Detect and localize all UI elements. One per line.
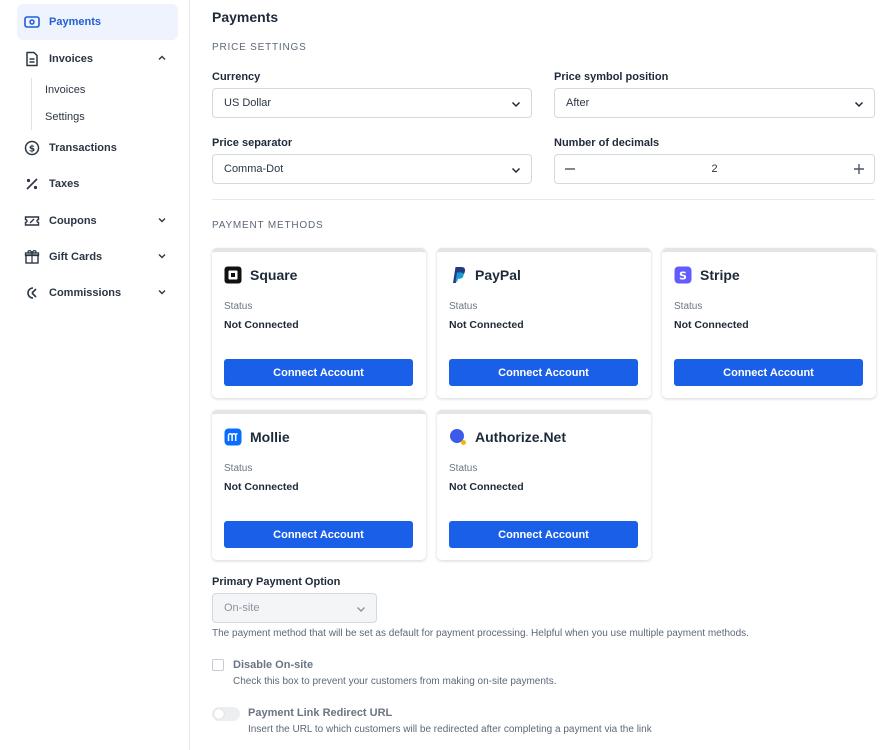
payments-icon <box>24 14 40 30</box>
decimals-stepper: 2 <box>554 154 875 184</box>
svg-text:S: S <box>679 270 687 283</box>
status-label: Status <box>224 463 253 474</box>
sidebar-item-label: Gift Cards <box>49 251 103 263</box>
disable-onsite-checkbox[interactable] <box>212 659 224 671</box>
sidebar-item-payments[interactable]: Payments <box>17 4 178 40</box>
payment-method-name: PayPal <box>475 267 521 283</box>
connect-account-button[interactable]: Connect Account <box>674 359 863 386</box>
sidebar-item-transactions[interactable]: $ Transactions <box>17 130 178 166</box>
divider <box>212 199 875 200</box>
sidebar-item-label: Transactions <box>49 142 117 154</box>
plus-icon[interactable] <box>851 161 867 177</box>
disable-onsite-help: Check this box to prevent your customers… <box>233 676 557 687</box>
svg-text:$: $ <box>29 145 35 155</box>
disable-onsite-label: Disable On-site <box>233 659 314 671</box>
chevron-down-icon <box>854 101 864 108</box>
sidebar-subitem-invoices[interactable]: Invoices <box>45 84 85 96</box>
chevron-up-icon[interactable] <box>156 52 168 64</box>
chevron-down-icon[interactable] <box>156 250 168 262</box>
status-value: Not Connected <box>224 481 299 493</box>
redirect-url-label: Payment Link Redirect URL <box>248 707 393 719</box>
status-label: Status <box>224 301 253 312</box>
chevron-down-icon[interactable] <box>156 286 168 298</box>
chevron-down-icon <box>511 167 521 174</box>
symbol-position-value: After <box>566 97 590 109</box>
status-label: Status <box>449 301 478 312</box>
sidebar-item-commissions[interactable]: Commissions <box>17 275 178 311</box>
decimals-label: Number of decimals <box>554 137 660 149</box>
percent-icon <box>24 176 40 192</box>
connect-account-button[interactable]: Connect Account <box>449 521 638 548</box>
sidebar-item-label: Commissions <box>49 287 122 299</box>
sidebar-item-label: Taxes <box>49 178 80 190</box>
dollar-circle-icon: $ <box>24 140 40 156</box>
submenu-line <box>31 78 32 130</box>
payment-method-name: Mollie <box>250 429 290 445</box>
redirect-url-toggle[interactable] <box>212 707 240 721</box>
separator-select[interactable]: Comma-Dot <box>212 154 532 184</box>
payment-method-name: Stripe <box>700 267 740 283</box>
sidebar-item-label: Payments <box>49 16 101 28</box>
status-value: Not Connected <box>449 319 524 331</box>
sidebar-subitem-settings[interactable]: Settings <box>45 111 85 123</box>
chevron-down-icon <box>357 607 365 612</box>
decimals-value[interactable]: 2 <box>555 163 874 175</box>
redirect-url-help: Insert the URL to which customers will b… <box>248 724 652 735</box>
primary-payment-option-select[interactable]: On-site <box>212 593 377 623</box>
coupon-icon <box>24 213 40 229</box>
primary-payment-option-help: The payment method that will be set as d… <box>212 628 749 639</box>
payment-method-name: Square <box>250 267 298 283</box>
commissions-icon <box>24 285 40 301</box>
chevron-down-icon <box>511 101 521 108</box>
payment-card-mollie: Mollie Status Not Connected Connect Acco… <box>212 410 426 560</box>
status-value: Not Connected <box>224 319 299 331</box>
primary-payment-option-value: On-site <box>224 602 260 614</box>
sidebar-item-label: Coupons <box>49 215 97 227</box>
authorize-net-logo-icon <box>449 428 467 446</box>
payment-card-authorize-net: Authorize.Net Status Not Connected Conne… <box>437 410 651 560</box>
section-heading-price-settings: PRICE SETTINGS <box>212 42 307 53</box>
payment-method-name: Authorize.Net <box>475 429 566 445</box>
primary-payment-option-label: Primary Payment Option <box>212 576 341 588</box>
currency-value: US Dollar <box>224 97 272 109</box>
currency-label: Currency <box>212 71 261 83</box>
sidebar-item-label: Invoices <box>49 53 94 65</box>
sidebar-item-taxes[interactable]: Taxes <box>17 166 178 202</box>
connect-account-button[interactable]: Connect Account <box>224 359 413 386</box>
payment-card-stripe: S Stripe Status Not Connected Connect Ac… <box>662 248 876 398</box>
invoice-icon <box>24 51 40 67</box>
status-value: Not Connected <box>674 319 749 331</box>
connect-account-button[interactable]: Connect Account <box>224 521 413 548</box>
separator-value: Comma-Dot <box>224 163 284 175</box>
square-logo-icon <box>224 266 242 284</box>
gift-icon <box>24 249 40 265</box>
status-label: Status <box>449 463 478 474</box>
paypal-logo-icon <box>449 266 467 284</box>
page-title: Payments <box>212 9 279 25</box>
currency-select[interactable]: US Dollar <box>212 88 532 118</box>
symbol-position-select[interactable]: After <box>554 88 875 118</box>
separator-label: Price separator <box>212 137 293 149</box>
section-heading-payment-methods: PAYMENT METHODS <box>212 220 324 231</box>
sidebar-item-coupons[interactable]: Coupons <box>17 203 178 239</box>
status-value: Not Connected <box>449 481 524 493</box>
mollie-logo-icon <box>224 428 242 446</box>
connect-account-button[interactable]: Connect Account <box>449 359 638 386</box>
toggle-knob <box>214 709 224 719</box>
stripe-logo-icon: S <box>674 266 692 284</box>
chevron-down-icon[interactable] <box>156 214 168 226</box>
sidebar-item-invoices[interactable]: Invoices <box>17 41 178 77</box>
status-label: Status <box>674 301 703 312</box>
sidebar: Payments Invoices Invoices Settings $ Tr… <box>0 0 190 750</box>
payment-card-paypal: PayPal Status Not Connected Connect Acco… <box>437 248 651 398</box>
symbol-position-label: Price symbol position <box>554 71 669 83</box>
sidebar-item-gift-cards[interactable]: Gift Cards <box>17 239 178 275</box>
payment-card-square: Square Status Not Connected Connect Acco… <box>212 248 426 398</box>
